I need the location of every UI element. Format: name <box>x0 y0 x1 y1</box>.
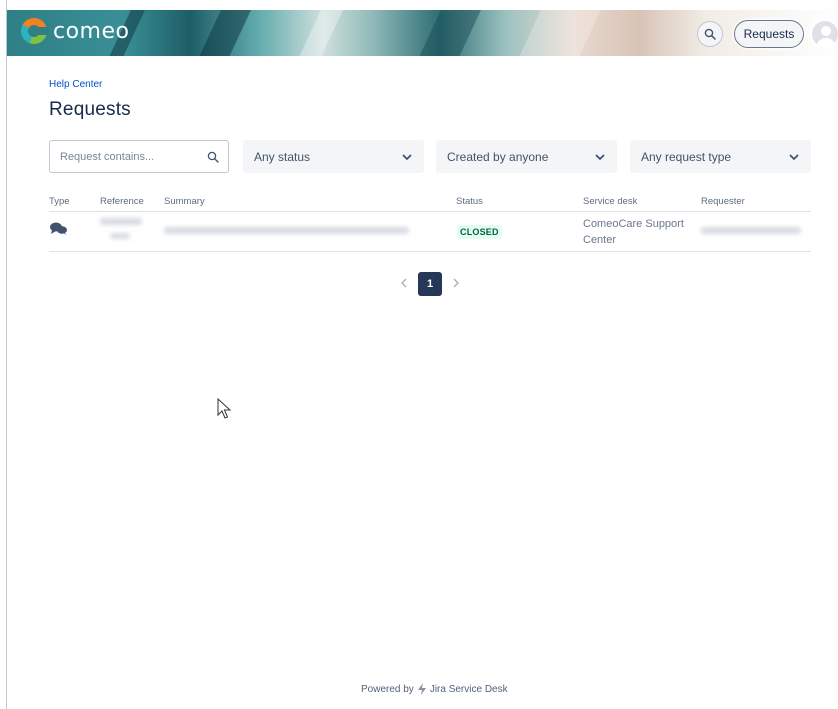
header-banner: comeo Requests <box>7 10 838 56</box>
redacted-requester <box>701 227 801 234</box>
jira-service-desk-link[interactable]: Jira Service Desk <box>430 684 508 695</box>
jira-service-desk-icon <box>417 683 426 695</box>
request-type-filter-label: Any request type <box>641 149 732 164</box>
banner-decoration <box>288 10 348 56</box>
request-search-input[interactable] <box>60 150 200 163</box>
column-header-type: Type <box>49 196 70 207</box>
status-filter-dropdown[interactable]: Any status <box>243 140 424 173</box>
search-icon <box>704 28 716 40</box>
column-header-requester[interactable]: Requester <box>701 196 745 207</box>
chevron-down-icon <box>789 154 799 160</box>
status-badge: CLOSED <box>457 225 502 239</box>
powered-by-label: Powered by <box>361 683 414 695</box>
redacted-reference <box>110 233 130 239</box>
redacted-summary[interactable] <box>164 227 409 234</box>
requests-button[interactable]: Requests <box>734 20 804 48</box>
table-row-divider <box>49 251 811 252</box>
avatar-body <box>816 38 836 47</box>
chevron-down-icon <box>595 154 605 160</box>
mouse-cursor-icon <box>217 398 231 419</box>
request-search-field[interactable] <box>49 140 229 173</box>
column-header-status[interactable]: Status <box>456 196 483 207</box>
next-page-button[interactable] <box>450 276 462 290</box>
previous-page-button[interactable] <box>398 276 410 290</box>
comeo-logo[interactable]: comeo <box>21 18 129 44</box>
table-header-divider <box>49 211 811 212</box>
service-desk-name: ComeoCare Support Center <box>583 218 684 246</box>
chevron-left-icon <box>401 278 407 288</box>
column-header-reference[interactable]: Reference <box>100 196 144 207</box>
powered-by-footer[interactable]: Powered by Jira Service Desk <box>361 683 508 695</box>
column-header-summary[interactable]: Summary <box>164 196 205 207</box>
chevron-right-icon <box>453 278 459 288</box>
redacted-reference[interactable] <box>100 218 142 225</box>
banner-decoration <box>508 10 606 56</box>
search-icon <box>207 151 219 163</box>
chat-bubbles-icon <box>50 222 67 235</box>
logo-text: comeo <box>53 18 130 44</box>
breadcrumb-help-center[interactable]: Help Center <box>49 79 102 90</box>
page-number-current[interactable]: 1 <box>418 272 442 296</box>
page-title: Requests <box>49 99 131 120</box>
created-by-filter-dropdown[interactable]: Created by anyone <box>436 140 617 173</box>
banner-decoration <box>188 10 256 56</box>
request-type-filter-dropdown[interactable]: Any request type <box>630 140 811 173</box>
page-frame: comeo Requests Help Center Requests Any … <box>6 0 838 709</box>
comeo-logo-icon <box>21 18 49 44</box>
chevron-down-icon <box>402 154 412 160</box>
avatar-head <box>821 26 831 36</box>
created-by-filter-label: Created by anyone <box>447 149 549 164</box>
header-search-button[interactable] <box>697 21 723 47</box>
column-header-service-desk[interactable]: Service desk <box>583 196 637 207</box>
banner-decoration <box>408 10 486 56</box>
user-avatar-button[interactable] <box>810 19 838 49</box>
status-filter-label: Any status <box>254 149 311 164</box>
